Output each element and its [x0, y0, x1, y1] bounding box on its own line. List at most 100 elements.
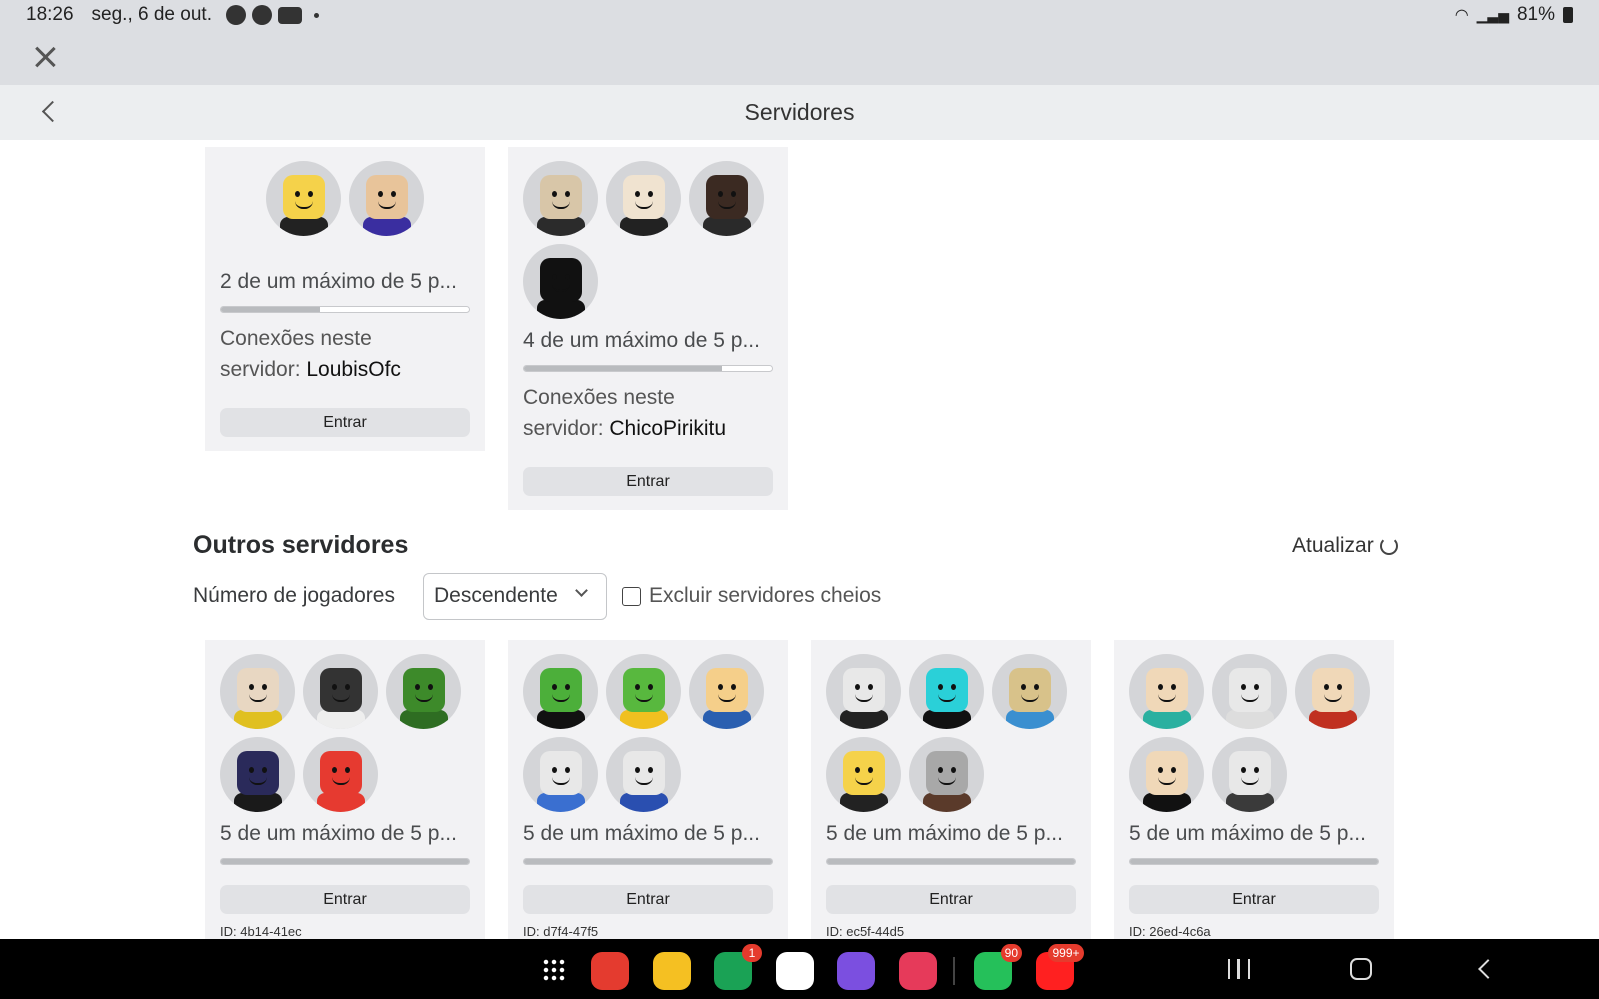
sort-order-select[interactable]: Descendente — [423, 573, 607, 620]
player-avatar[interactable] — [349, 161, 424, 236]
player-avatar[interactable] — [1212, 654, 1287, 729]
messages-app-icon[interactable] — [775, 952, 814, 990]
avatar-eye — [332, 767, 337, 773]
refresh-button[interactable]: Atualizar — [1292, 534, 1398, 558]
player-avatar[interactable] — [523, 737, 598, 812]
player-avatar[interactable] — [523, 244, 598, 319]
join-button[interactable]: Entrar — [220, 408, 470, 437]
notification-badge: 999+ — [1048, 944, 1084, 962]
avatar-eye — [1337, 684, 1342, 690]
phone-app-icon[interactable]: 1 — [714, 944, 762, 990]
player-avatar[interactable] — [303, 737, 378, 812]
avatar-body — [317, 710, 365, 729]
flipboard-app-icon[interactable] — [591, 952, 629, 990]
avatar-eye — [345, 684, 350, 690]
status-bar: 18:26 seg., 6 de out. ◠ ▁▃▅ 81% — [0, 0, 1599, 30]
avatar-face — [540, 175, 582, 219]
avatar-body — [280, 217, 328, 236]
avatar-eye — [718, 684, 723, 690]
exclude-full-servers[interactable]: Excluir servidores cheios — [622, 584, 881, 608]
player-avatar[interactable] — [689, 161, 764, 236]
player-capacity-bar — [220, 858, 470, 865]
player-avatar[interactable] — [386, 654, 461, 729]
avatar-body — [363, 217, 411, 236]
server-card: 5 de um máximo de 5 p... Entrar ID: 4b14… — [205, 640, 485, 939]
join-button[interactable]: Entrar — [523, 467, 773, 496]
avatar-eye — [718, 191, 723, 197]
youtube-app-icon[interactable]: 999+ — [1035, 944, 1084, 990]
cat-notification-icon — [225, 5, 246, 25]
player-avatar[interactable] — [523, 654, 598, 729]
home-icon[interactable] — [1350, 958, 1372, 980]
player-avatar[interactable] — [1129, 654, 1204, 729]
app-drawer-icon[interactable] — [542, 958, 566, 982]
join-button[interactable]: Entrar — [220, 885, 470, 914]
nav-back-icon[interactable] — [1476, 961, 1492, 977]
avatar-eye — [648, 191, 653, 197]
avatar-face — [1009, 668, 1051, 712]
player-avatar[interactable] — [606, 654, 681, 729]
avatar-eye — [552, 684, 557, 690]
avatar-face — [1229, 751, 1271, 795]
avatar-face — [706, 668, 748, 712]
player-avatar[interactable] — [606, 161, 681, 236]
player-avatar[interactable] — [220, 654, 295, 729]
recents-icon[interactable] — [1228, 959, 1250, 979]
my-files-app-icon[interactable] — [652, 952, 691, 990]
avatar-eye — [635, 684, 640, 690]
player-avatar[interactable] — [826, 654, 901, 729]
modal-top-bar — [0, 30, 1599, 85]
other-servers-title: Outros servidores — [193, 531, 409, 559]
player-avatar[interactable] — [1129, 737, 1204, 812]
player-avatar[interactable] — [826, 737, 901, 812]
player-capacity-bar — [220, 306, 470, 313]
player-avatar[interactable] — [909, 737, 984, 812]
notification-badge: 1 — [742, 944, 762, 962]
connections-prefix: servidor: — [523, 417, 610, 440]
whatsapp-notification-icon — [251, 5, 272, 25]
camera-app-icon[interactable] — [898, 952, 937, 990]
avatar-eye — [415, 684, 420, 690]
avatar-eye — [868, 767, 873, 773]
avatar-face — [237, 668, 279, 712]
avatar-body — [703, 710, 751, 729]
friend-server-card: 2 de um máximo de 5 p... Conexões neste … — [205, 147, 485, 451]
player-avatar[interactable] — [523, 161, 598, 236]
avatar-face — [1229, 668, 1271, 712]
join-button[interactable]: Entrar — [1129, 885, 1379, 914]
player-avatar[interactable] — [303, 654, 378, 729]
refresh-icon — [1379, 537, 1398, 555]
join-button[interactable]: Entrar — [826, 885, 1076, 914]
player-avatar[interactable] — [689, 654, 764, 729]
player-avatar[interactable] — [909, 654, 984, 729]
avatar-eye — [565, 767, 570, 773]
avatar-eye — [391, 191, 396, 197]
join-button[interactable]: Entrar — [523, 885, 773, 914]
avatar-body — [537, 217, 585, 236]
player-capacity-bar — [826, 858, 1076, 865]
exclude-full-checkbox[interactable] — [622, 586, 641, 606]
player-avatar[interactable] — [992, 654, 1067, 729]
player-avatar[interactable] — [220, 737, 295, 812]
back-icon[interactable] — [38, 101, 60, 123]
player-count: 4 de um máximo de 5 p... — [523, 329, 760, 352]
avatar-body — [620, 710, 668, 729]
close-icon[interactable] — [32, 44, 58, 70]
player-count: 2 de um máximo de 5 p... — [220, 270, 457, 293]
player-count: 5 de um máximo de 5 p... — [1129, 822, 1366, 845]
internet-app-icon[interactable] — [837, 952, 875, 990]
player-avatar[interactable] — [606, 737, 681, 812]
page-title: Servidores — [744, 99, 855, 125]
avatar-face — [623, 751, 665, 795]
whatsapp-app-icon[interactable]: 90 — [974, 944, 1022, 990]
player-avatar[interactable] — [266, 161, 341, 236]
avatar-eye — [249, 767, 254, 773]
player-count: 5 de um máximo de 5 p... — [523, 822, 760, 845]
avatar-face — [540, 258, 582, 302]
connection-name: ChicoPirikitu — [609, 417, 727, 440]
server-card: 5 de um máximo de 5 p... Entrar ID: 26ed… — [1114, 640, 1394, 939]
friend-server-card: 4 de um máximo de 5 p... Conexões neste … — [508, 147, 788, 510]
player-avatar[interactable] — [1212, 737, 1287, 812]
avatar-eye — [648, 684, 653, 690]
player-avatar[interactable] — [1295, 654, 1370, 729]
